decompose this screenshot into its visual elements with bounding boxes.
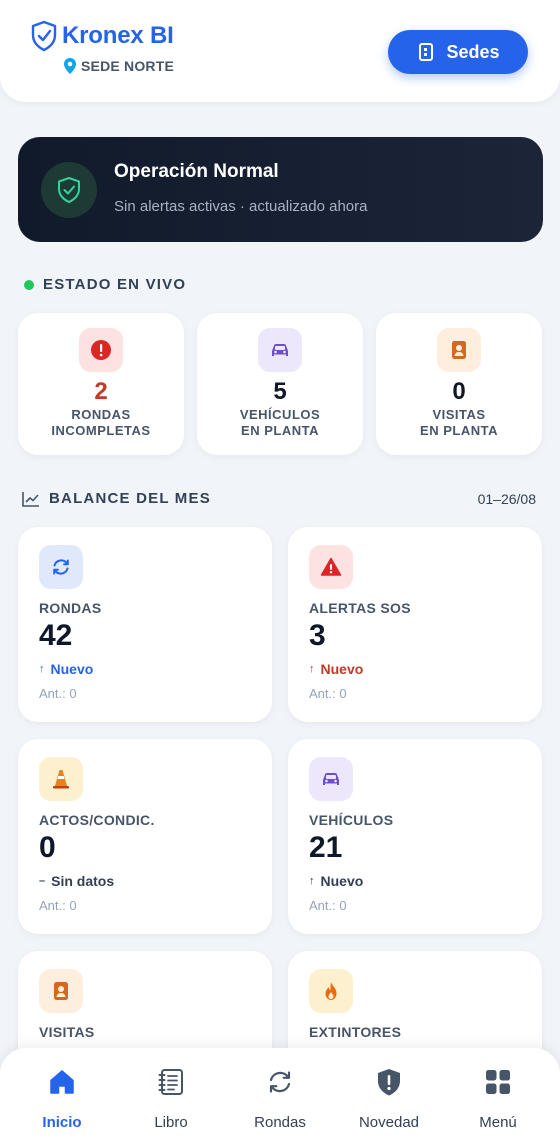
balance-section-heading: BALANCE DEL MES (22, 490, 211, 507)
car-icon (309, 757, 353, 801)
stat-value: 0 (39, 831, 56, 864)
live-section-heading: ESTADO EN VIVO (24, 276, 186, 293)
stat-label: VISITAS (39, 1024, 95, 1040)
stat-value: 42 (39, 619, 73, 652)
arrow-up-icon: ↑ (309, 663, 315, 675)
stat-card-vehiculos[interactable]: VEHÍCULOS 21 ↑ Nuevo Ant.: 0 (288, 739, 542, 934)
live-section-title: ESTADO EN VIVO (43, 276, 187, 293)
location-pin-icon (64, 58, 76, 74)
stat-trend: ↑ Nuevo (39, 661, 94, 677)
brand-name: Kronex BI (62, 22, 174, 49)
nav-label: Inicio (42, 1114, 82, 1131)
live-label: RONDAS INCOMPLETAS (51, 407, 151, 438)
traffic-cone-icon (39, 757, 83, 801)
brand: Kronex BI (30, 20, 174, 52)
live-card-visitas[interactable]: 0 VISITAS EN PLANTA (376, 313, 542, 455)
shield-check-icon (31, 20, 57, 52)
sedes-button-label: Sedes (446, 41, 500, 62)
live-dot-icon (24, 279, 34, 290)
nav-item-rondas[interactable]: Rondas (224, 1048, 336, 1143)
live-label: VEHÍCULOS EN PLANTA (239, 407, 321, 438)
balance-section-title: BALANCE DEL MES (49, 490, 211, 507)
live-value: 5 (273, 378, 287, 405)
logbook-icon (158, 1069, 183, 1095)
grid-icon (486, 1070, 510, 1094)
stat-label: ALERTAS SOS (309, 600, 411, 616)
fire-icon (309, 969, 353, 1013)
live-value: 0 (452, 378, 466, 405)
nav-label: Menú (479, 1114, 517, 1131)
nav-label: Novedad (358, 1114, 420, 1131)
dash-icon: – (39, 875, 46, 887)
stat-card-alertas-sos[interactable]: ALERTAS SOS 3 ↑ Nuevo Ant.: 0 (288, 527, 542, 722)
home-icon (50, 1070, 74, 1094)
shield-check-icon (58, 177, 80, 203)
date-range[interactable]: 01–26/08 (478, 491, 536, 507)
stat-previous: Ant.: 0 (309, 686, 347, 701)
stat-card-actos-condic[interactable]: ACTOS/CONDIC. 0 – Sin datos Ant.: 0 (18, 739, 272, 934)
stat-value: 3 (309, 619, 326, 652)
live-card-rondas[interactable]: 2 RONDAS INCOMPLETAS (18, 313, 184, 455)
nav-item-libro[interactable]: Libro (115, 1048, 227, 1143)
stat-label: VEHÍCULOS (309, 812, 394, 828)
nav-item-novedad[interactable]: Novedad (333, 1048, 445, 1143)
refresh-icon (269, 1071, 291, 1093)
live-card-vehiculos[interactable]: 5 VEHÍCULOS EN PLANTA (197, 313, 363, 455)
status-banner: Operación Normal Sin alertas activas · a… (18, 137, 543, 242)
stat-trend: ↑ Nuevo (309, 873, 364, 889)
badge-icon (39, 969, 83, 1013)
nav-item-menu[interactable]: Menú (442, 1048, 554, 1143)
arrow-up-icon: ↑ (39, 663, 45, 675)
trend-chart-icon (22, 491, 39, 507)
stat-label: EXTINTORES (309, 1024, 402, 1040)
stat-previous: Ant.: 0 (309, 898, 347, 913)
stat-previous: Ant.: 0 (39, 686, 77, 701)
stat-trend: ↑ Nuevo (309, 661, 364, 677)
car-icon (258, 328, 302, 372)
app-header: Kronex BI SEDE NORTE Sedes (0, 0, 560, 102)
nav-label: Rondas (254, 1114, 306, 1131)
shield-alert-icon (378, 1069, 400, 1096)
stat-value: 21 (309, 831, 343, 864)
stat-card-rondas[interactable]: RONDAS 42 ↑ Nuevo Ant.: 0 (18, 527, 272, 722)
live-value: 2 (94, 378, 108, 405)
bottom-nav: Inicio Libro Rondas Novedad Menú (0, 1048, 560, 1143)
arrow-up-icon: ↑ (309, 875, 315, 887)
warning-triangle-icon (309, 545, 353, 589)
site-name: SEDE NORTE (81, 58, 175, 74)
status-subtitle: Sin alertas activas · actualizado ahora (114, 198, 368, 215)
building-icon (419, 43, 434, 61)
sedes-button[interactable]: Sedes (388, 30, 528, 74)
stat-label: ACTOS/CONDIC. (39, 812, 155, 828)
stat-previous: Ant.: 0 (39, 898, 77, 913)
site-indicator: SEDE NORTE (63, 57, 174, 75)
status-title: Operación Normal (114, 161, 279, 182)
status-icon (41, 162, 97, 218)
stat-label: RONDAS (39, 600, 102, 616)
alert-circle-icon (79, 328, 123, 372)
stat-trend: – Sin datos (39, 873, 115, 889)
live-label: VISITAS EN PLANTA (420, 407, 498, 438)
badge-icon (437, 328, 481, 372)
nav-label: Libro (154, 1114, 188, 1131)
nav-item-inicio[interactable]: Inicio (6, 1048, 118, 1143)
refresh-icon (39, 545, 83, 589)
